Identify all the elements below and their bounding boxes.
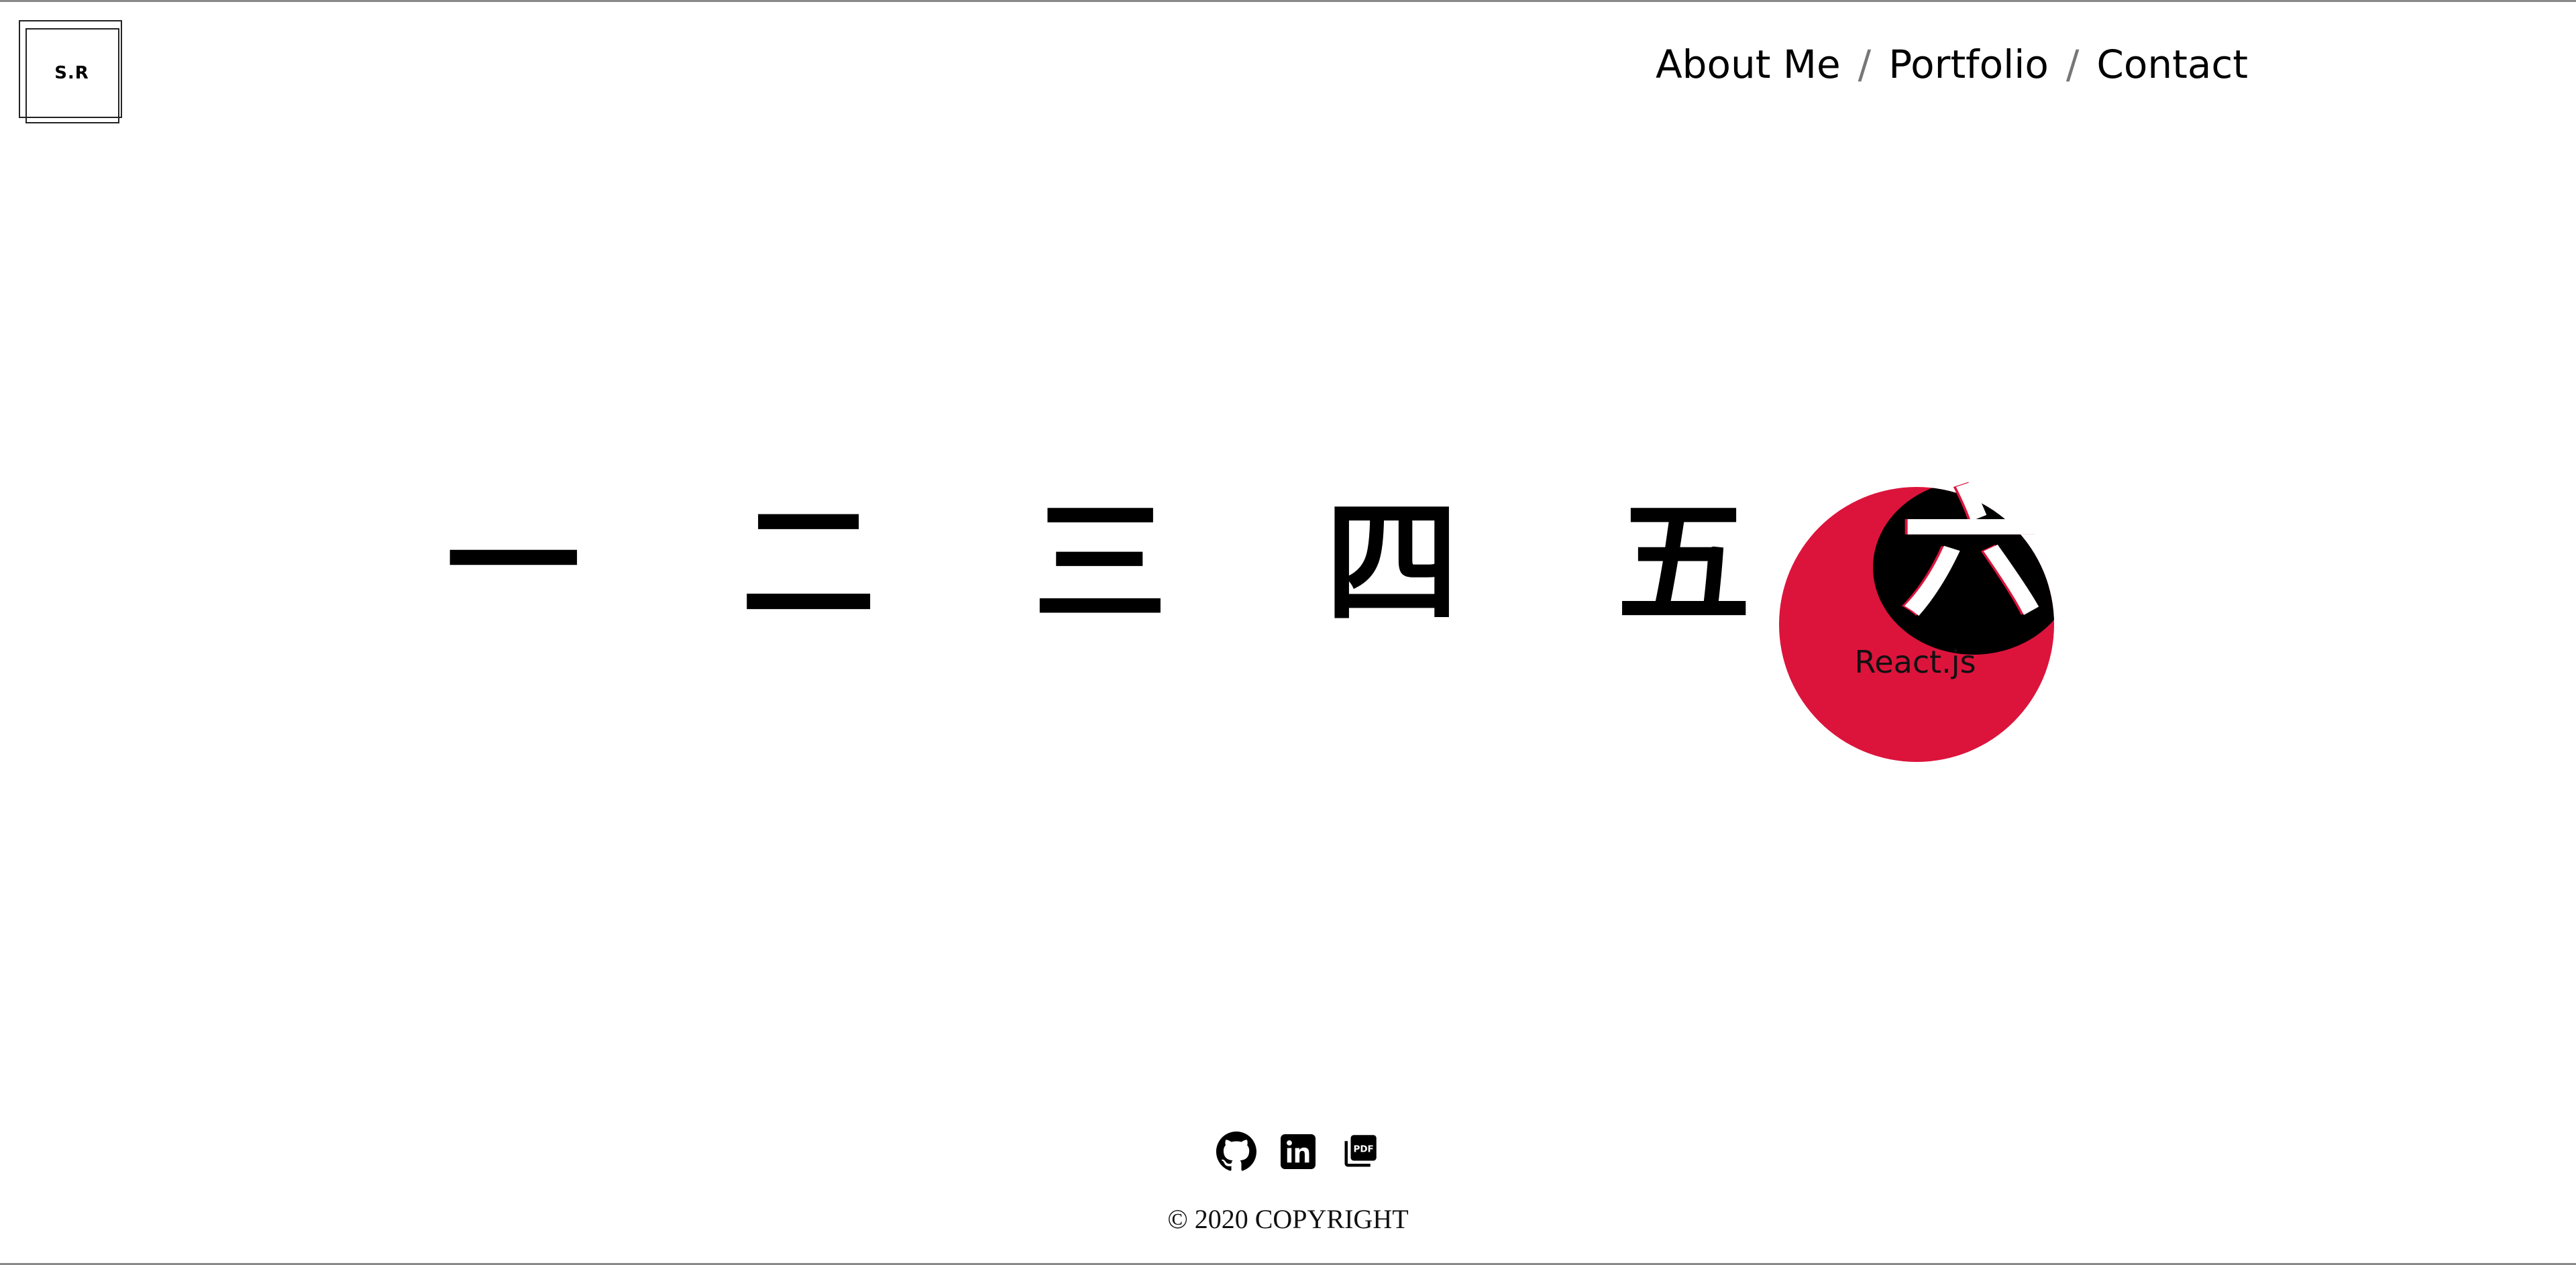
social-links: PDF [1216,1131,1381,1172]
nav-about-me[interactable]: About Me [1656,42,1841,87]
pdf-icon[interactable]: PDF [1339,1131,1381,1172]
kanji-one[interactable]: 一 [439,496,587,630]
logo-text: S.R [54,63,89,83]
copyright-text: © 2020 COPYRIGHT [1167,1204,1409,1234]
nav-separator: / [2065,42,2080,87]
logo[interactable]: S.R [19,20,125,126]
kanji-five[interactable]: 五 [1610,496,1758,630]
top-divider [0,0,2576,2]
red-sun-circle [1779,487,2054,762]
main-nav: About Me / Portfolio / Contact [1656,38,2248,91]
black-overlay-circle [1873,487,2054,655]
nav-contact[interactable]: Contact [2096,42,2248,87]
skill-label: React.js [1854,644,1976,680]
github-icon[interactable] [1216,1131,1257,1172]
nav-portfolio[interactable]: Portfolio [1888,42,2049,87]
linkedin-icon[interactable] [1277,1131,1319,1172]
active-skill-circle[interactable] [1779,487,2054,762]
kanji-three[interactable]: 三 [1026,496,1174,630]
svg-text:PDF: PDF [1353,1144,1373,1154]
kanji-two[interactable]: 二 [735,496,882,630]
kanji-four[interactable]: 四 [1318,496,1466,630]
nav-separator: / [1858,42,1872,87]
